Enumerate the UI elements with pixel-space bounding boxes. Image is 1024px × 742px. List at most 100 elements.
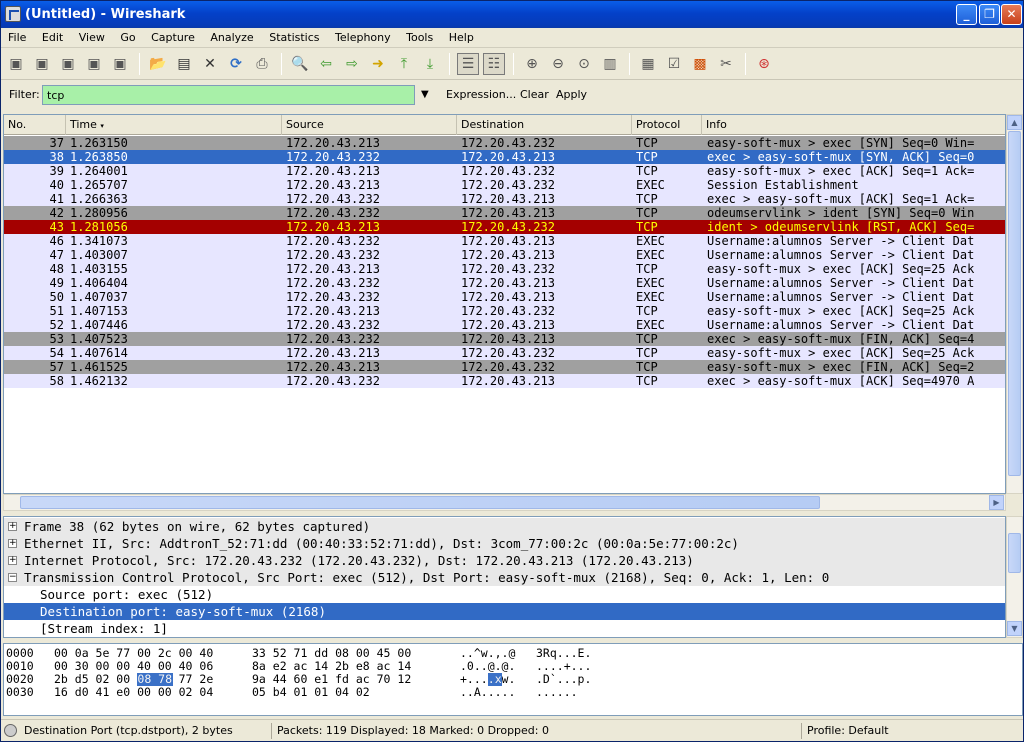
menu-capture[interactable]: Capture (146, 28, 200, 48)
save-icon[interactable]: ▤ (173, 53, 195, 75)
packet-row[interactable]: 39 1.264001 172.20.43.213 172.20.43.232 TCP e… (4, 164, 1005, 178)
expand-icon[interactable]: + (8, 522, 17, 531)
packet-row[interactable]: 48 1.403155 172.20.43.213 172.20.43.232 TCP e… (4, 262, 1005, 276)
packet-row[interactable]: 38 1.263850 172.20.43.232 172.20.43.213 TCP e… (4, 150, 1005, 164)
apply-button[interactable]: Apply (556, 88, 587, 101)
menu-help[interactable]: Help (444, 28, 479, 48)
details-row[interactable]: + Frame 38 (62 bytes on wire, 62 bytes ca… (4, 518, 1005, 535)
clear-button[interactable]: Clear (520, 88, 549, 101)
details-scroll-thumb[interactable] (1008, 533, 1021, 573)
column-info[interactable]: Info (702, 115, 1005, 135)
reload-icon[interactable]: ⟳ (225, 53, 247, 75)
scroll-up-icon[interactable]: ▲ (1007, 115, 1022, 130)
first-packet-icon[interactable]: ⤒ (393, 53, 415, 75)
interfaces-icon[interactable]: ▣ (5, 53, 27, 75)
expand-icon[interactable]: + (8, 556, 17, 565)
menu-edit[interactable]: Edit (37, 28, 68, 48)
column-time[interactable]: Time ▾ (66, 115, 282, 135)
help-icon[interactable]: ⊛ (753, 53, 775, 75)
restart-capture-icon[interactable]: ▣ (109, 53, 131, 75)
last-packet-icon[interactable]: ⤓ (419, 53, 441, 75)
details-row[interactable]: [Stream index: 1] (4, 620, 1005, 637)
minimize-button[interactable]: _ (956, 4, 977, 25)
scroll-right-icon[interactable]: ▶ (989, 495, 1004, 510)
menu-file[interactable]: File (3, 28, 31, 48)
menu-go[interactable]: Go (115, 28, 140, 48)
packet-row[interactable]: 51 1.407153 172.20.43.213 172.20.43.232 TCP e… (4, 304, 1005, 318)
packet-details[interactable]: + Frame 38 (62 bytes on wire, 62 bytes ca… (3, 516, 1006, 638)
expert-info-icon[interactable] (4, 724, 17, 737)
find-packet-icon[interactable]: 🔍 (289, 53, 311, 75)
column-no[interactable]: No. (4, 115, 66, 135)
zoom-out-icon[interactable]: ⊖ (547, 53, 569, 75)
scroll-down-icon[interactable]: ▼ (1007, 621, 1022, 636)
zoom-in-icon[interactable]: ⊕ (521, 53, 543, 75)
packet-row[interactable]: 50 1.407037 172.20.43.232 172.20.43.213 EXEC… (4, 290, 1005, 304)
title-bar[interactable]: (Untitled) - Wireshark _ ❐ ✕ (1, 1, 1023, 28)
packet-cell-info: easy-soft-mux > exec [ACK] Seq=25 Ack (707, 304, 975, 318)
expression-button[interactable]: Expression... (446, 88, 516, 101)
packet-row[interactable]: 54 1.407614 172.20.43.213 172.20.43.232 TCP e… (4, 346, 1005, 360)
colorize-icon[interactable]: ☰ (457, 53, 479, 75)
expand-icon[interactable]: + (8, 539, 17, 548)
packet-row[interactable]: 52 1.407446 172.20.43.232 172.20.43.213 EXEC… (4, 318, 1005, 332)
menu-telephony[interactable]: Telephony (330, 28, 396, 48)
status-profile[interactable]: Profile: Default (801, 723, 1021, 739)
capture-options-icon[interactable]: ▣ (31, 53, 53, 75)
packet-row[interactable]: 57 1.461525 172.20.43.213 172.20.43.232 TCP e… (4, 360, 1005, 374)
column-destination[interactable]: Destination (457, 115, 632, 135)
auto-scroll-icon[interactable]: ☷ (483, 53, 505, 75)
scroll-thumb[interactable] (1008, 131, 1021, 476)
column-source[interactable]: Source (282, 115, 457, 135)
packet-row[interactable]: 43 1.281056 172.20.43.213 172.20.43.232 TCP i… (4, 220, 1005, 234)
collapse-icon[interactable]: − (8, 573, 17, 582)
details-row[interactable]: + Internet Protocol, Src: 172.20.43.232 (… (4, 552, 1005, 569)
bytes-hex-b: 05 b4 01 01 04 02 (252, 685, 370, 699)
zoom-normal-icon[interactable]: ⊙ (573, 53, 595, 75)
packet-list[interactable]: No. Time ▾ Source Destination Protocol I… (3, 114, 1006, 494)
menu-statistics[interactable]: Statistics (264, 28, 324, 48)
open-folder-icon[interactable]: 📂 (147, 53, 169, 75)
details-row[interactable]: Source port: exec (512) (4, 586, 1005, 603)
packet-row[interactable]: 53 1.407523 172.20.43.232 172.20.43.213 TCP e… (4, 332, 1005, 346)
packet-cell-no: 53 (49, 332, 64, 346)
details-vscroll[interactable]: ▼ (1006, 516, 1023, 638)
packet-cell-time: 1.461525 (70, 360, 128, 374)
menu-view[interactable]: View (74, 28, 110, 48)
stop-capture-icon[interactable]: ▣ (83, 53, 105, 75)
packet-row[interactable]: 41 1.266363 172.20.43.232 172.20.43.213 TCP e… (4, 192, 1005, 206)
details-row[interactable]: Destination port: easy-soft-mux (2168) (4, 603, 1005, 620)
go-forward-icon[interactable]: ⇨ (341, 53, 363, 75)
packet-row[interactable]: 47 1.403007 172.20.43.232 172.20.43.213 EXEC… (4, 248, 1005, 262)
filter-input[interactable]: tcp (42, 85, 415, 105)
details-row[interactable]: + Ethernet II, Src: AddtronT_52:71:dd (00… (4, 535, 1005, 552)
resize-columns-icon[interactable]: ▥ (599, 53, 621, 75)
menu-tools[interactable]: Tools (401, 28, 438, 48)
packet-row[interactable]: 46 1.341073 172.20.43.232 172.20.43.213 EXEC… (4, 234, 1005, 248)
packet-list-hscroll[interactable]: ▶ (3, 494, 1006, 511)
coloring-rules-icon[interactable]: ▩ (689, 53, 711, 75)
packet-bytes[interactable]: 0000 00 0a 5e 77 00 2c 00 40 33 52 71 dd 0… (3, 643, 1023, 716)
go-to-packet-icon[interactable]: ➜ (367, 53, 389, 75)
filter-dropdown-icon[interactable]: ▼ (421, 89, 429, 100)
packet-row[interactable]: 49 1.406404 172.20.43.232 172.20.43.213 EXEC… (4, 276, 1005, 290)
hscroll-thumb[interactable] (20, 496, 820, 509)
menu-analyze[interactable]: Analyze (205, 28, 258, 48)
start-capture-icon[interactable]: ▣ (57, 53, 79, 75)
go-back-icon[interactable]: ⇦ (315, 53, 337, 75)
details-row[interactable]: − Transmission Control Protocol, Src Port… (4, 569, 1005, 586)
packet-cell-no: 58 (49, 374, 64, 388)
packet-row[interactable]: 42 1.280956 172.20.43.232 172.20.43.213 TCP o… (4, 206, 1005, 220)
print-icon[interactable]: ⎙ (251, 53, 273, 75)
preferences-icon[interactable]: ✂ (715, 53, 737, 75)
close-file-icon[interactable]: ✕ (199, 53, 221, 75)
display-filters-icon[interactable]: ☑ (663, 53, 685, 75)
maximize-button[interactable]: ❐ (979, 4, 1000, 25)
capture-filters-icon[interactable]: ▦ (637, 53, 659, 75)
packet-row[interactable]: 40 1.265707 172.20.43.213 172.20.43.232 EXEC… (4, 178, 1005, 192)
packet-row[interactable]: 58 1.462132 172.20.43.232 172.20.43.213 TCP e… (4, 374, 1005, 388)
packet-list-vscroll[interactable]: ▲ (1006, 114, 1023, 494)
column-protocol[interactable]: Protocol (632, 115, 702, 135)
close-button[interactable]: ✕ (1001, 4, 1022, 25)
packet-row[interactable]: 37 1.263150 172.20.43.213 172.20.43.232 TCP e… (4, 136, 1005, 150)
